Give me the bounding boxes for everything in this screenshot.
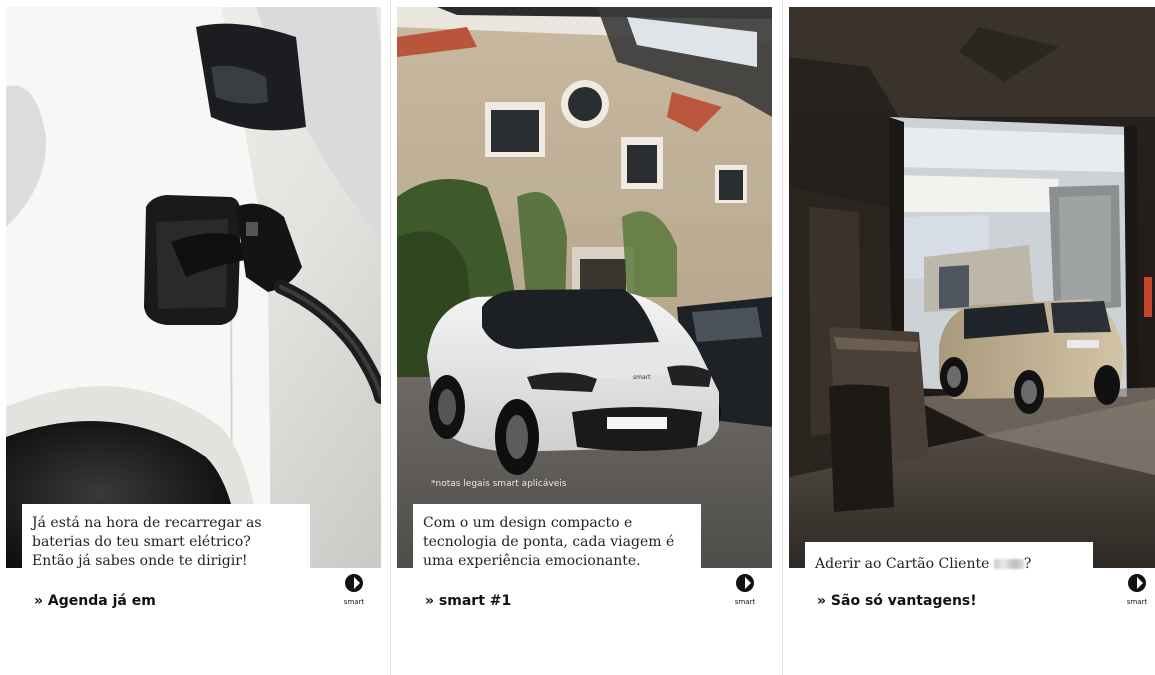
grid-divider [782, 0, 783, 675]
post-caption: Com o um design compacto e tecnologia de… [413, 504, 701, 569]
smart-logo-icon [345, 574, 363, 592]
logo-text: smart [734, 598, 756, 606]
smart-logo: smart [732, 573, 758, 609]
caption-line: tecnologia de ponta, cada viagem é [423, 534, 675, 550]
post-card-3[interactable]: Aderir ao Cartão Cliente ? » São só vant… [789, 7, 1155, 675]
smart-logo: smart [341, 573, 367, 609]
logo-text: smart [343, 598, 365, 606]
post-cta-link[interactable]: » Agenda já em [34, 593, 156, 609]
svg-text:smart: smart [633, 374, 651, 381]
ev-charging-photo [6, 7, 381, 568]
post-grid: Já está na hora de recarregar as bateria… [0, 0, 1155, 675]
caption-line: Aderir ao Cartão Cliente ? [815, 555, 1081, 574]
caption-line: uma experiência emocionante. [423, 553, 641, 569]
smart-logo-icon [736, 574, 754, 592]
grid-divider [390, 0, 391, 675]
post-caption: Aderir ao Cartão Cliente ? [805, 542, 1093, 572]
car-in-garage-photo [789, 7, 1155, 568]
caption-line: Já está na hora de recarregar as [32, 515, 262, 531]
post-card-2[interactable]: smart *notas legais smart aplicáveis Com… [397, 7, 772, 675]
post-cta-link[interactable]: » São só vantagens! [817, 593, 977, 609]
caption-line: Com o um design compacto e [423, 515, 633, 531]
caption-line: Então já sabes onde te dirigir! [32, 553, 248, 569]
caption-text: Aderir ao Cartão Cliente [815, 556, 994, 572]
redacted-brand-name [993, 559, 1024, 569]
caption-line: baterias do teu smart elétrico? [32, 534, 251, 550]
smart-logo: smart [1124, 573, 1150, 609]
smart-logo-icon [1128, 574, 1146, 592]
caption-text: ? [1023, 556, 1032, 572]
logo-text: smart [1126, 598, 1148, 606]
post-card-1[interactable]: Já está na hora de recarregar as bateria… [6, 7, 381, 675]
post-caption: Já está na hora de recarregar as bateria… [22, 504, 310, 569]
post-cta-link[interactable]: » smart #1 [425, 593, 511, 609]
legal-note: *notas legais smart aplicáveis [431, 479, 567, 489]
